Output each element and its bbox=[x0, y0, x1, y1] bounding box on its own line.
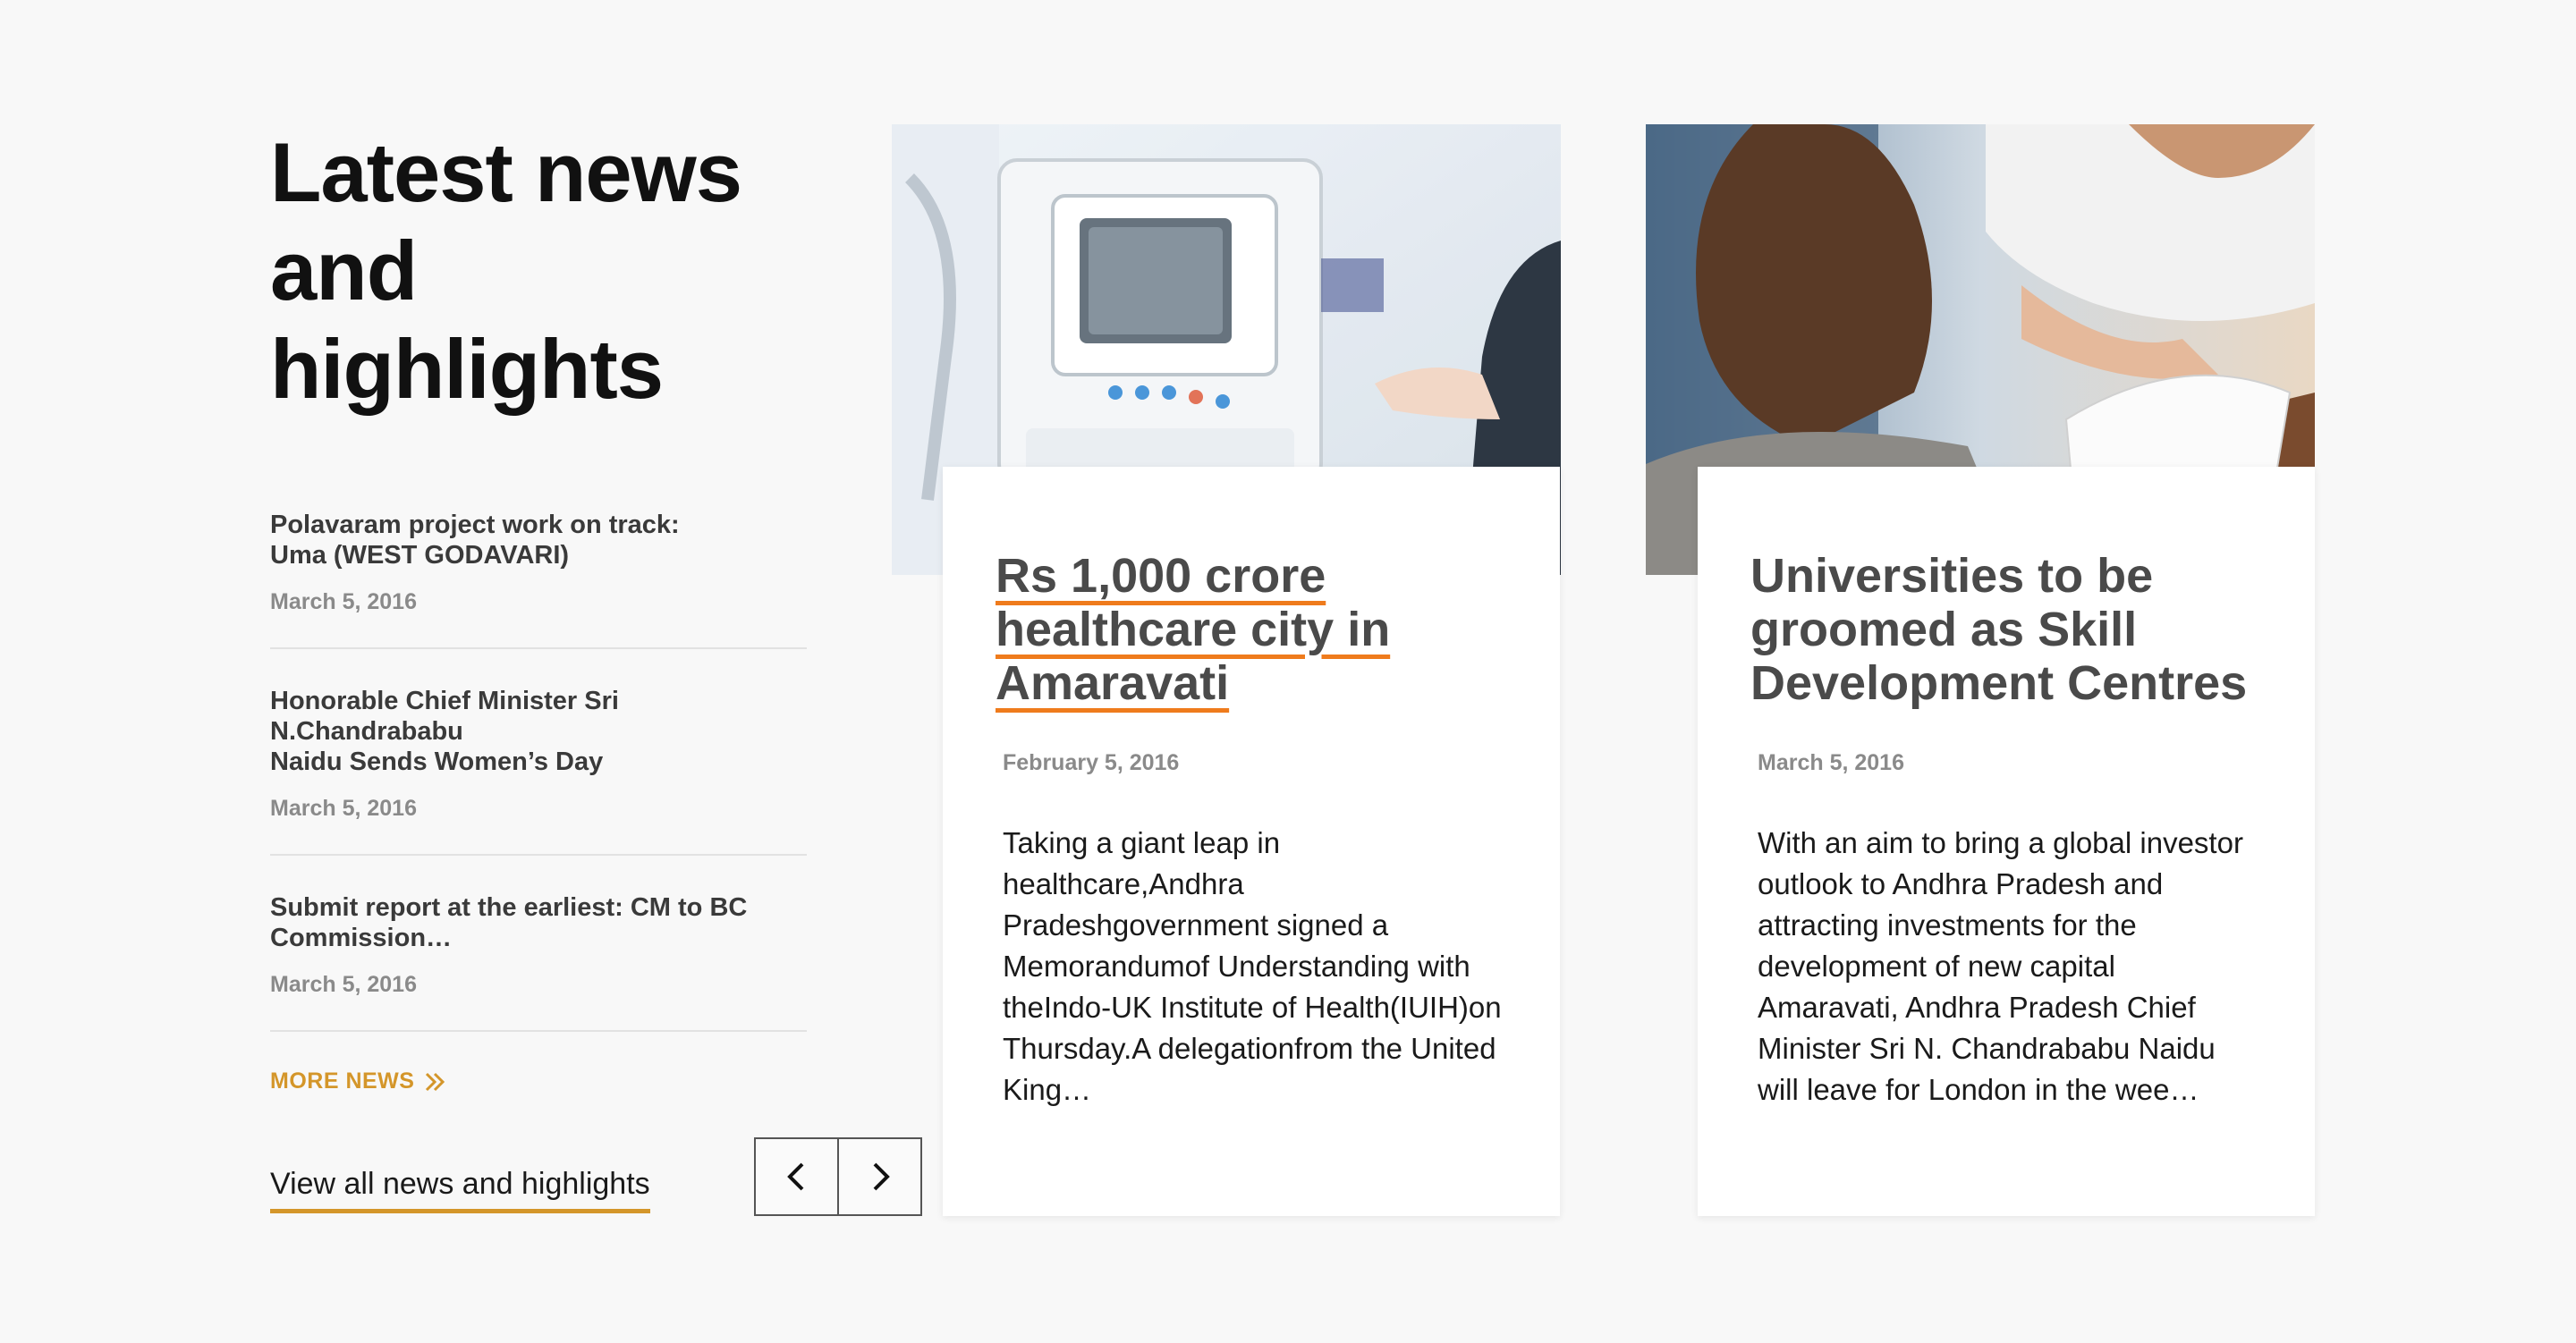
carousel-pager bbox=[754, 1137, 922, 1216]
card-excerpt: Taking a giant leap in healthcare,Andhra… bbox=[1003, 826, 1502, 1106]
more-news-link[interactable]: MORE NEWS bbox=[270, 1068, 446, 1094]
news-list-item[interactable]: Honorable Chief Minister Sri N.Chandraba… bbox=[270, 686, 807, 856]
news-section: Latest news and highlights Polavaram pro… bbox=[0, 0, 2576, 1343]
news-item-date: March 5, 2016 bbox=[270, 796, 417, 821]
card-title-line[interactable]: groomed as Skill bbox=[1750, 603, 2137, 656]
double-chevron-right-icon bbox=[426, 1072, 445, 1091]
section-title-line1: Latest news bbox=[270, 125, 742, 219]
card-date: March 5, 2016 bbox=[1758, 750, 1904, 775]
more-news-label[interactable]: MORE NEWS bbox=[270, 1068, 414, 1094]
card-excerpt: With an aim to bring a global investor o… bbox=[1758, 826, 2243, 1106]
card-title-line[interactable]: Rs 1,000 crore bbox=[996, 549, 1326, 603]
news-list: Polavaram project work on track: Uma (WE… bbox=[270, 510, 807, 1094]
card-title-link[interactable]: Rs 1,000 crore healthcare city in Amarav… bbox=[996, 549, 1532, 710]
news-item-title[interactable]: Honorable Chief Minister Sri N.Chandraba… bbox=[270, 686, 807, 777]
carousel-prev-button[interactable] bbox=[756, 1139, 837, 1214]
news-item-date: March 5, 2016 bbox=[270, 589, 417, 614]
card-title-line[interactable]: healthcare city in bbox=[996, 603, 1390, 656]
card-title-line[interactable]: Development Centres bbox=[1750, 656, 2247, 710]
card-title-line[interactable]: Universities to be bbox=[1750, 549, 2153, 603]
chevron-left-icon bbox=[786, 1162, 803, 1191]
chevron-right-icon bbox=[873, 1162, 890, 1191]
carousel-next-button[interactable] bbox=[837, 1139, 920, 1214]
news-list-item[interactable]: Polavaram project work on track: Uma (WE… bbox=[270, 510, 807, 649]
card-date: February 5, 2016 bbox=[1003, 750, 1180, 775]
card-title-line[interactable]: Amaravati bbox=[996, 656, 1229, 710]
news-item-title[interactable]: Polavaram project work on track: Uma (WE… bbox=[270, 510, 807, 570]
section-title-line2: and highlights bbox=[270, 224, 664, 416]
news-sidebar: Latest news and highlights Polavaram pro… bbox=[270, 123, 807, 1094]
news-item-date: March 5, 2016 bbox=[270, 972, 417, 997]
news-item-title[interactable]: Submit report at the earliest: CM to BC … bbox=[270, 892, 807, 953]
news-list-item[interactable]: Submit report at the earliest: CM to BC … bbox=[270, 892, 807, 1032]
view-all-news-link[interactable]: View all news and highlights bbox=[270, 1164, 650, 1213]
section-title: Latest news and highlights bbox=[270, 123, 807, 418]
card-title-link[interactable]: Universities to be groomed as Skill Deve… bbox=[1750, 549, 2287, 710]
